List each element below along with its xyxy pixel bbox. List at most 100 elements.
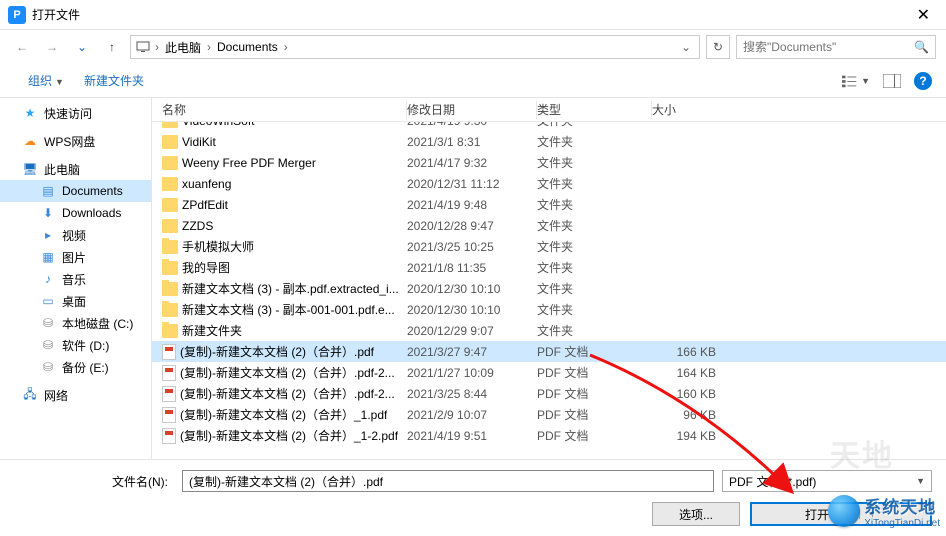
search-box[interactable]: 🔍 — [736, 35, 936, 59]
sidebar-item-quickaccess[interactable]: ★快速访问 — [0, 102, 151, 124]
folder-icon — [162, 135, 178, 149]
app-icon: P — [8, 6, 26, 24]
sidebar-item-music[interactable]: ♪音乐 — [0, 268, 151, 290]
folder-icon — [162, 282, 178, 296]
help-button[interactable]: ? — [914, 72, 932, 90]
view-details-button[interactable]: ▼ — [842, 70, 870, 92]
pdf-icon — [162, 407, 176, 423]
file-row[interactable]: 我的导图 2021/1/8 11:35文件夹 — [152, 257, 946, 278]
file-date: 2021/1/8 11:35 — [407, 261, 537, 275]
chevron-right-icon: › — [205, 40, 213, 54]
cloud-icon: ☁ — [22, 133, 38, 149]
column-name[interactable]: 名称 — [152, 101, 407, 119]
organize-button[interactable]: 组织▼ — [22, 68, 70, 93]
file-row[interactable]: VideoWinSoft2021/4/19 9:30文件夹 — [152, 122, 946, 131]
file-type: 文件夹 — [537, 259, 652, 276]
search-input[interactable] — [743, 40, 914, 54]
file-row[interactable]: 新建文本文档 (3) - 副本-001-001.pdf.e...2020/12/… — [152, 299, 946, 320]
document-icon: ▤ — [40, 183, 56, 199]
file-row[interactable]: 手机模拟大师2021/3/25 10:25文件夹 — [152, 236, 946, 257]
file-size: 160 KB — [652, 387, 732, 401]
filename-input[interactable] — [182, 470, 714, 492]
file-row[interactable]: VidiKit2021/3/1 8:31文件夹 — [152, 131, 946, 152]
sidebar-item-drived[interactable]: ⛁软件 (D:) — [0, 334, 151, 356]
star-icon: ★ — [22, 105, 38, 121]
sidebar-item-desktop[interactable]: ▭桌面 — [0, 290, 151, 312]
crumb-documents[interactable]: Documents — [215, 40, 280, 54]
column-type[interactable]: 类型 — [537, 101, 652, 119]
sidebar-item-pictures[interactable]: ▦ 图片 — [0, 246, 151, 268]
sidebar-item-thispc[interactable]: 🖥此电脑 — [0, 158, 151, 180]
options-button[interactable]: 选项... — [652, 502, 740, 526]
file-type: 文件夹 — [537, 154, 652, 171]
column-size[interactable]: 大小 — [652, 101, 732, 118]
file-date: 2020/12/29 9:07 — [407, 324, 537, 338]
file-row[interactable]: (复制)-新建文本文档 (2)（合并）_1-2.pdf2021/4/19 9:5… — [152, 425, 946, 446]
file-row[interactable]: (复制)-新建文本文档 (2)（合并）.pdf2021/3/27 9:47PDF… — [152, 341, 946, 362]
back-button[interactable]: ← — [10, 35, 34, 59]
file-row[interactable]: (复制)-新建文本文档 (2)（合并）.pdf-2...2021/3/25 8:… — [152, 383, 946, 404]
folder-icon — [162, 261, 178, 275]
sidebar-item-localc[interactable]: ⛁本地磁盘 (C:) — [0, 312, 151, 334]
file-type: 文件夹 — [537, 122, 652, 129]
watermark-en: XiTongTianDi.net — [864, 518, 940, 529]
file-row[interactable]: Weeny Free PDF Merger2021/4/17 9:32文件夹 — [152, 152, 946, 173]
file-type: 文件夹 — [537, 301, 652, 318]
sidebar-item-downloads[interactable]: ⬇Downloads — [0, 202, 151, 224]
file-date: 2020/12/30 10:10 — [407, 282, 537, 296]
forward-button[interactable]: → — [40, 35, 64, 59]
sidebar-label: 此电脑 — [44, 161, 80, 178]
file-type: 文件夹 — [537, 322, 652, 339]
pdf-icon — [162, 428, 176, 444]
file-date: 2021/4/19 9:30 — [407, 122, 537, 128]
file-row[interactable]: (复制)-新建文本文档 (2)（合并）.pdf-2...2021/1/27 10… — [152, 362, 946, 383]
file-type: PDF 文档 — [537, 406, 652, 423]
file-size: 166 KB — [652, 345, 732, 359]
refresh-button[interactable]: ↻ — [706, 35, 730, 59]
file-name: 我的导图 — [182, 259, 230, 276]
file-type: 文件夹 — [537, 280, 652, 297]
crumb-thispc[interactable]: 此电脑 — [163, 39, 203, 56]
sidebar-item-wps[interactable]: ☁WPS网盘 — [0, 130, 151, 152]
window-title: 打开文件 — [32, 6, 80, 23]
breadcrumb-drop[interactable]: ⌄ — [677, 40, 695, 54]
column-date[interactable]: 修改日期 — [407, 101, 537, 119]
file-date: 2021/3/27 9:47 — [407, 345, 537, 359]
file-row[interactable]: ZPdfEdit2021/4/19 9:48文件夹 — [152, 194, 946, 215]
newfolder-button[interactable]: 新建文件夹 — [78, 68, 150, 93]
file-date: 2021/4/17 9:32 — [407, 156, 537, 170]
picture-icon: ▦ — [40, 249, 56, 265]
folder-icon — [162, 177, 178, 191]
file-date: 2021/3/25 8:44 — [407, 387, 537, 401]
folder-icon — [162, 219, 178, 233]
sidebar-item-videos[interactable]: ▸视频 — [0, 224, 151, 246]
file-type: PDF 文档 — [537, 385, 652, 402]
filetype-filter[interactable]: PDF 文档 (*.pdf) ▼ — [722, 470, 932, 492]
file-row[interactable]: xuanfeng2020/12/31 11:12文件夹 — [152, 173, 946, 194]
file-row[interactable]: ZZDS2020/12/28 9:47文件夹 — [152, 215, 946, 236]
file-row[interactable]: 新建文件夹2020/12/29 9:07文件夹 — [152, 320, 946, 341]
recent-dropdown[interactable]: ⌄ — [70, 35, 94, 59]
close-button[interactable]: ✕ — [909, 5, 938, 25]
sidebar-item-drivee[interactable]: ⛁备份 (E:) — [0, 356, 151, 378]
sidebar: ★快速访问 ☁WPS网盘 🖥此电脑 ▤Documents ⬇Downloads … — [0, 98, 152, 459]
sidebar-item-network[interactable]: 🖧网络 — [0, 384, 151, 406]
file-date: 2021/4/19 9:51 — [407, 429, 537, 443]
file-row[interactable]: (复制)-新建文本文档 (2)（合并）_1.pdf2021/2/9 10:07P… — [152, 404, 946, 425]
folder-icon — [162, 240, 178, 254]
file-row[interactable]: 新建文本文档 (3) - 副本.pdf.extracted_i...2020/1… — [152, 278, 946, 299]
sidebar-item-documents[interactable]: ▤Documents — [0, 180, 151, 202]
arrow-left-icon: ← — [16, 40, 28, 54]
preview-pane-button[interactable] — [878, 70, 906, 92]
file-list[interactable]: VideoWinSoft2021/4/19 9:30文件夹VidiKit2021… — [152, 122, 946, 459]
file-type: PDF 文档 — [537, 343, 652, 360]
up-button[interactable]: ↑ — [100, 35, 124, 59]
sidebar-label: 图片 — [62, 249, 86, 266]
file-type: 文件夹 — [537, 238, 652, 255]
file-type: 文件夹 — [537, 133, 652, 150]
pdf-icon — [162, 386, 176, 402]
drive-icon: ⛁ — [40, 337, 56, 353]
breadcrumb[interactable]: › 此电脑 › Documents › ⌄ — [130, 35, 700, 59]
file-type: 文件夹 — [537, 217, 652, 234]
file-date: 2020/12/31 11:12 — [407, 177, 537, 191]
